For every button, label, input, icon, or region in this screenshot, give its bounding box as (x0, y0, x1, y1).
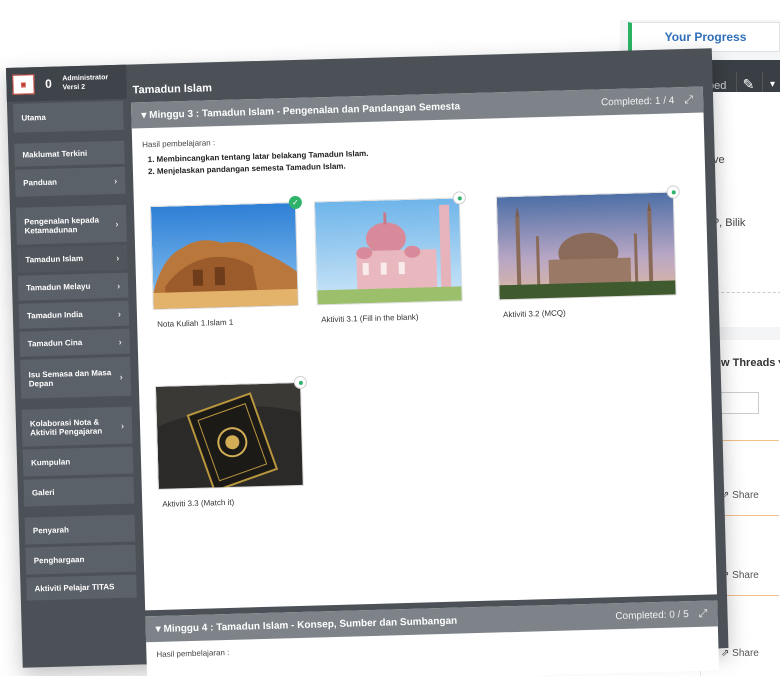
divider (711, 292, 780, 293)
sidebar-item-maklumat-terkini[interactable]: Maklumat Terkini (14, 140, 125, 168)
week-3-title: ▾ Minggu 3 : Tamadun Islam - Pengenalan … (141, 100, 461, 121)
sidebar-item-label: Galeri (31, 487, 55, 498)
sidebar-item-label: Penyarah (32, 525, 70, 536)
sidebar-item-label: Tamadun India (26, 309, 83, 321)
activity-card[interactable]: ✓ Nota Kuliah 1.Islam 1 (149, 195, 303, 329)
sidebar-item-label: Penghargaan (33, 555, 85, 566)
expand-icon[interactable]: ⤢ (684, 93, 693, 106)
pink-mosque-thumbnail (313, 197, 463, 306)
activity-caption: Aktiviti 3.3 (Match it) (162, 497, 235, 509)
chevron-right-icon: › (119, 371, 123, 382)
page-title: Tamadun Islam (132, 82, 213, 97)
main-content: Tamadun Islam ▾ Minggu 3 : Tamadun Islam… (128, 68, 721, 676)
quran-book-thumbnail (154, 381, 304, 490)
sidebar-item-aktiviti-pelajar[interactable]: Aktiviti Pelajar TITAS (26, 574, 137, 602)
chevron-right-icon: › (120, 420, 125, 431)
sidebar-item-utama[interactable]: Utama (13, 100, 124, 134)
chevron-right-icon: › (117, 308, 122, 319)
sidebar-item-kumpulan[interactable]: Kumpulan (22, 446, 134, 478)
activity-card[interactable]: Aktiviti 3.3 (Match it) (154, 375, 308, 509)
chevron-right-icon: › (115, 218, 119, 229)
share-link[interactable]: ⇗ Share (721, 570, 759, 581)
sidebar-item-label: Kolaborasi Nota & Aktiviti Pengajaran (29, 417, 103, 437)
sidebar-item-tamadun-islam[interactable]: Tamadun Islam › (17, 244, 128, 274)
activity-caption: Aktiviti 3.2 (MCQ) (502, 308, 566, 320)
sidebar-item-label: Pengenalan kepada Ketamadunan (24, 214, 100, 236)
notification-badge[interactable]: 0 (40, 77, 56, 91)
user-role: Administrator (62, 74, 109, 83)
week-4-progress: Completed: 0 / 5 ⤢ (615, 607, 708, 623)
chevron-right-icon: › (114, 175, 118, 186)
main-window: ▣ 0 Administrator Versi 2 Utama Maklumat… (6, 48, 729, 676)
sidebar-item-label: Panduan (23, 177, 58, 188)
completed-count: Completed: 0 / 5 (615, 608, 689, 622)
sidebar-item-pengenalan[interactable]: Pengenalan kepada Ketamadunan › (15, 204, 127, 246)
sidebar-item-penyarah[interactable]: Penyarah (24, 514, 136, 546)
completed-check-icon: ✓ (288, 195, 303, 210)
screenshot-scene: oed ✎ ▾ Your Progress ve ?, Bilik w Thre… (0, 0, 780, 676)
sidebar-item-label: Utama (21, 112, 46, 123)
desert-rock-thumbnail (149, 201, 299, 310)
user-version: Versi 2 (62, 83, 86, 92)
week-4-title: ▾ Minggu 4 : Tamadun Islam - Konsep, Sum… (155, 615, 458, 635)
sidebar-item-tamadun-cina[interactable]: Tamadun Cina › (19, 328, 131, 358)
share-link[interactable]: ⇗ Share (721, 490, 759, 501)
chevron-right-icon: › (118, 336, 122, 347)
sidebar-item-galeri[interactable]: Galeri (23, 476, 135, 508)
share-link[interactable]: ⇗ Share (721, 648, 759, 659)
week-4-panel: ▾ Minggu 4 : Tamadun Islam - Konsep, Sum… (145, 600, 720, 676)
sidebar-item-label: Tamadun Cina (27, 337, 83, 349)
week-3-panel: ▾ Minggu 3 : Tamadun Islam - Pengenalan … (131, 86, 717, 611)
activity-caption: Nota Kuliah 1.Islam 1 (157, 317, 234, 329)
user-info[interactable]: Administrator Versi 2 (62, 73, 108, 92)
incomplete-dot-icon (293, 375, 308, 390)
sidebar-item-label: Maklumat Terkini (22, 148, 88, 160)
sidebar-item-tamadun-india[interactable]: Tamadun India › (18, 300, 130, 330)
activity-caption: Aktiviti 3.1 (Fill in the blank) (321, 312, 419, 325)
share-label: Share (732, 570, 759, 581)
sidebar-item-label: Aktiviti Pelajar TITAS (34, 582, 115, 594)
sidebar-item-panduan[interactable]: Panduan › (14, 166, 126, 198)
sidebar-item-label: Isu Semasa dan Masa Depan (28, 367, 112, 388)
chevron-right-icon: › (116, 280, 121, 291)
incomplete-dot-icon (452, 191, 466, 205)
activity-card[interactable]: Aktiviti 3.2 (MCQ) (495, 185, 680, 320)
sidebar-item-label: Kumpulan (30, 457, 71, 468)
logo[interactable]: ▣ (12, 74, 35, 95)
threads-dropdown[interactable]: w Threads ▾ (721, 356, 780, 369)
background-text: ?, Bilik (713, 217, 746, 229)
completed-count: Completed: 1 / 4 (600, 94, 675, 108)
incomplete-dot-icon (666, 185, 680, 199)
sidebar: Utama Maklumat Terkini Panduan › Pengena… (13, 100, 137, 604)
week-3-progress: Completed: 1 / 4 ⤢ (601, 93, 694, 109)
week-4-title-text: Minggu 4 : Tamadun Islam - Konsep, Sumbe… (163, 615, 458, 635)
sidebar-item-penghargaan[interactable]: Penghargaan (25, 544, 137, 576)
share-label: Share (732, 648, 759, 659)
sidebar-item-kolaborasi[interactable]: Kolaborasi Nota & Aktiviti Pengajaran › (21, 406, 133, 448)
sidebar-item-tamadun-melayu[interactable]: Tamadun Melayu › (17, 272, 129, 302)
week-3-title-text: Minggu 3 : Tamadun Islam - Pengenalan da… (149, 100, 461, 121)
sidebar-item-label: Tamadun Melayu (26, 281, 91, 293)
blue-mosque-thumbnail (495, 191, 677, 301)
expand-icon[interactable]: ⤢ (699, 607, 708, 620)
chevron-right-icon: › (116, 252, 120, 263)
sidebar-item-isu-semasa[interactable]: Isu Semasa dan Masa Depan › (20, 356, 132, 400)
brand-bar: ▣ 0 Administrator Versi 2 (6, 64, 127, 102)
share-label: Share (732, 490, 759, 501)
sidebar-item-label: Tamadun Islam (25, 253, 84, 265)
activity-card[interactable]: Aktiviti 3.1 (Fill in the blank) (313, 191, 466, 325)
